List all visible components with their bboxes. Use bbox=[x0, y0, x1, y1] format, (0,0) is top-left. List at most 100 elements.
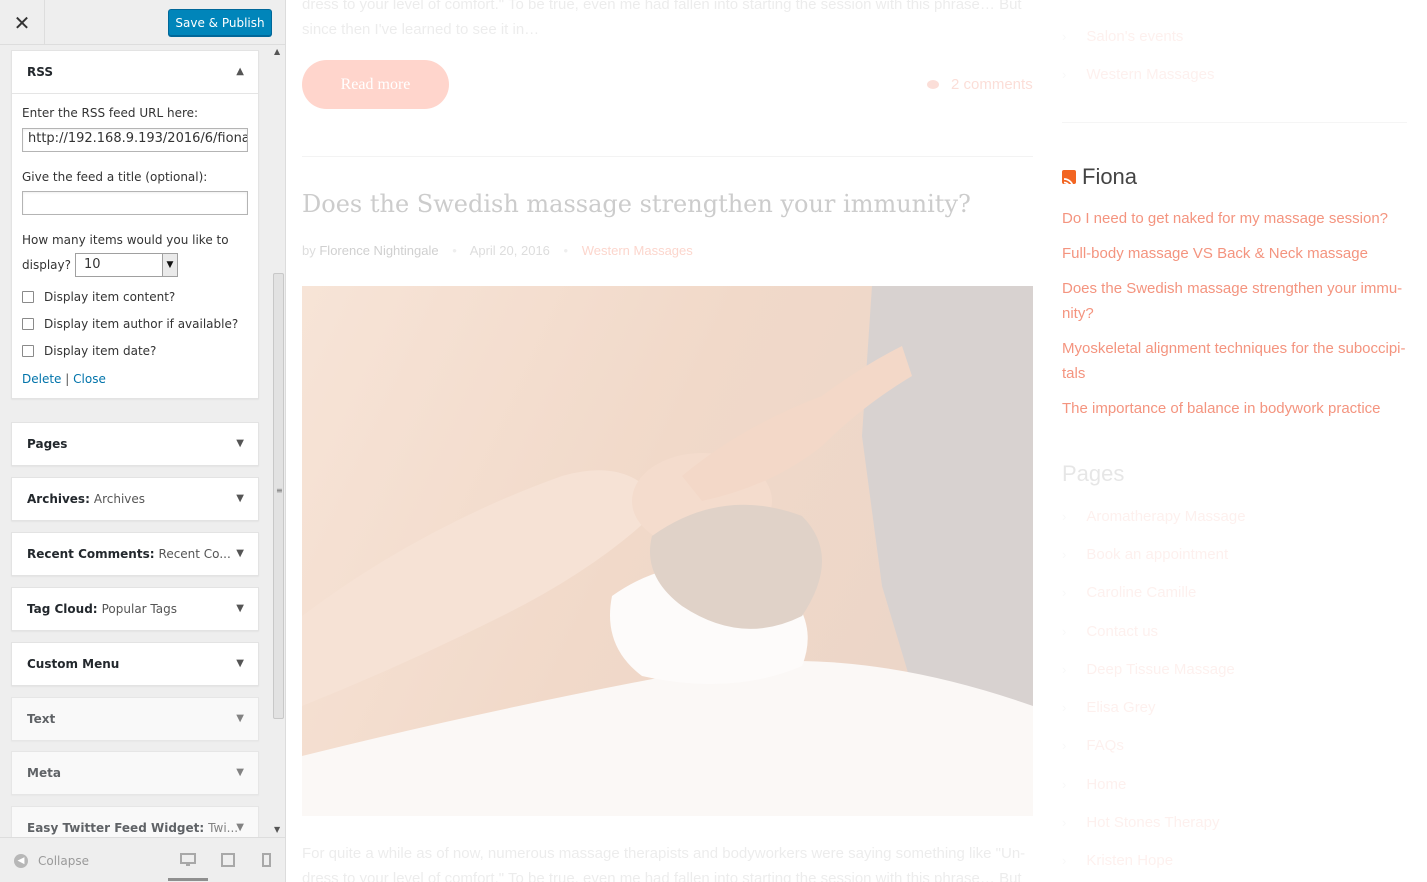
rss-item-link[interactable]: Myoskeletal alignment techniques for the… bbox=[1062, 336, 1407, 386]
widget-recent-comments-header[interactable]: Recent Comments: Recent Co... ▼ bbox=[12, 533, 258, 575]
widget-meta[interactable]: Meta ▼ bbox=[11, 751, 259, 795]
links-separator: | bbox=[65, 371, 70, 386]
post-featured-image[interactable] bbox=[302, 286, 1033, 816]
chevron-down-icon: ▼ bbox=[236, 713, 244, 724]
collapse-label: Collapse bbox=[38, 854, 89, 868]
widget-tag-cloud-header[interactable]: Tag Cloud: Popular Tags ▼ bbox=[12, 588, 258, 630]
page-label: Caroline Camille bbox=[1086, 584, 1197, 602]
excerpt-line: since then I've learned to see it in… bbox=[302, 21, 540, 38]
rss-item-link[interactable]: Do I need to get naked for my massage se… bbox=[1062, 206, 1407, 231]
desktop-preview-icon[interactable] bbox=[180, 852, 196, 871]
widget-tag-cloud[interactable]: Tag Cloud: Popular Tags ▼ bbox=[11, 587, 259, 631]
rss-item-link[interactable]: Full-body massage VS Back & Neck massage bbox=[1062, 241, 1407, 266]
page-label: Aromatherapy Massage bbox=[1086, 507, 1246, 525]
page-label: Kristen Hope bbox=[1086, 852, 1174, 870]
rss-item-link[interactable]: Does the Swedish massage strengthen your… bbox=[1062, 276, 1407, 326]
chevron-down-icon: ▼ bbox=[236, 548, 244, 559]
dropdown-arrow-icon[interactable]: ▼ bbox=[161, 253, 177, 276]
widget-recent-comments[interactable]: Recent Comments: Recent Co... ▼ bbox=[11, 532, 259, 576]
list-item[interactable]: › Book an appointment bbox=[1062, 535, 1407, 573]
post-author[interactable]: Florence Nightingale bbox=[319, 243, 438, 258]
widget-title: Meta bbox=[27, 766, 61, 780]
post-divider bbox=[302, 156, 1033, 157]
rss-feed-list: Do I need to get naked for my massage se… bbox=[1062, 206, 1407, 431]
display-author-checkbox[interactable] bbox=[22, 317, 34, 330]
chevron-right-icon: › bbox=[1062, 700, 1067, 716]
display-content-label: Display item content? bbox=[44, 289, 176, 304]
widget-pages[interactable]: Pages ▼ bbox=[11, 422, 259, 466]
delete-widget-link[interactable]: Delete bbox=[22, 372, 61, 386]
chevron-right-icon: › bbox=[1062, 815, 1067, 831]
widget-title: Pages bbox=[27, 437, 68, 451]
display-date-checkbox[interactable] bbox=[22, 344, 34, 357]
display-content-checkbox[interactable] bbox=[22, 290, 34, 303]
close-customizer-button[interactable]: ✕ bbox=[0, 0, 45, 45]
post-excerpt-bottom: For quite a while as of now, numerous ma… bbox=[302, 841, 1042, 882]
widget-custom-menu[interactable]: Custom Menu ▼ bbox=[11, 642, 259, 686]
list-item[interactable]: › Salon's events bbox=[1062, 17, 1407, 55]
widget-text[interactable]: Text ▼ bbox=[11, 697, 259, 741]
author-prefix: by bbox=[302, 243, 316, 258]
list-item[interactable]: › Home bbox=[1062, 765, 1407, 803]
rss-url-label: Enter the RSS feed URL here: bbox=[22, 106, 199, 120]
list-item[interactable]: › Deep Tissue Massage bbox=[1062, 650, 1407, 688]
widget-subtitle: Twi... bbox=[208, 821, 239, 835]
chevron-down-icon: ▼ bbox=[236, 438, 244, 449]
list-item[interactable]: › Caroline Camille bbox=[1062, 574, 1407, 612]
rss-item-link[interactable]: The importance of balance in bodywork pr… bbox=[1062, 396, 1407, 421]
widget-title: Archives: bbox=[27, 492, 90, 506]
widget-archives[interactable]: Archives: Archives ▼ bbox=[11, 477, 259, 521]
list-item[interactable]: › Contact us bbox=[1062, 612, 1407, 650]
pages-widget-title: Pages bbox=[1062, 461, 1125, 486]
collapse-button[interactable]: ◀ Collapse bbox=[14, 854, 89, 868]
rss-items-select[interactable]: 10 ▼ bbox=[74, 252, 178, 277]
page-label: FAQs bbox=[1086, 737, 1124, 755]
rss-widget: RSS ▲ Enter the RSS feed URL here: http:… bbox=[11, 50, 259, 399]
meta-separator: • bbox=[563, 243, 569, 258]
page-label: Hot Stones Therapy bbox=[1086, 814, 1220, 832]
comments-link[interactable]: 2 comments bbox=[927, 76, 1033, 93]
widget-custom-menu-header[interactable]: Custom Menu ▼ bbox=[12, 643, 258, 685]
scroll-down-icon[interactable]: ▼ bbox=[274, 825, 280, 834]
list-item[interactable]: › FAQs bbox=[1062, 727, 1407, 765]
widget-text-header[interactable]: Text ▼ bbox=[12, 698, 258, 740]
chevron-right-icon: › bbox=[1062, 661, 1067, 677]
widget-actions: Delete | Close bbox=[22, 372, 248, 386]
display-date-label: Display item date? bbox=[44, 343, 157, 358]
post-date[interactable]: April 20, 2016 bbox=[470, 243, 550, 258]
rss-feed-widget-title[interactable]: Fiona bbox=[1062, 164, 1137, 190]
rss-url-input[interactable]: http://192.168.9.193/2016/6/fiona/feed bbox=[22, 127, 248, 152]
list-item[interactable]: › Elisa Grey bbox=[1062, 688, 1407, 726]
display-author-label: Display item author if available? bbox=[44, 316, 239, 331]
scroll-up-icon[interactable]: ▲ bbox=[274, 47, 280, 56]
widget-pages-header[interactable]: Pages ▼ bbox=[12, 423, 258, 465]
list-item[interactable]: › Western Massages bbox=[1062, 55, 1407, 93]
pages-list: › Aromatherapy Massage › Book an appointme… bbox=[1062, 497, 1407, 880]
chevron-down-icon: ▼ bbox=[236, 603, 244, 614]
list-item[interactable]: › Hot Stones Therapy bbox=[1062, 803, 1407, 841]
read-more-button[interactable]: Read more bbox=[302, 60, 449, 109]
list-item[interactable]: › Kristen Hope bbox=[1062, 842, 1407, 880]
rss-title-input[interactable] bbox=[22, 191, 248, 216]
rss-items-label: How many items would you like to bbox=[22, 233, 229, 248]
scrollbar-thumb[interactable]: ≡ bbox=[273, 273, 284, 719]
post-category[interactable]: Western Massages bbox=[582, 243, 693, 258]
mobile-preview-icon[interactable] bbox=[262, 852, 271, 871]
widget-meta-header[interactable]: Meta ▼ bbox=[12, 752, 258, 794]
customizer-footer: ◀ Collapse bbox=[0, 837, 285, 882]
post-title[interactable]: Does the Swedish massage strengthen your… bbox=[302, 190, 971, 218]
tablet-preview-icon[interactable] bbox=[221, 852, 235, 871]
save-publish-button[interactable]: Save & Publish bbox=[168, 9, 272, 36]
comment-icon bbox=[927, 80, 939, 89]
chevron-down-icon: ▼ bbox=[236, 658, 244, 669]
list-item[interactable]: › Aromatherapy Massage bbox=[1062, 497, 1407, 535]
sidebar-scrollbar[interactable]: ▲ ≡ ▼ bbox=[270, 45, 285, 837]
close-widget-link[interactable]: Close bbox=[73, 372, 106, 386]
widget-subtitle: Recent Co... bbox=[158, 547, 231, 561]
collapse-arrow-icon: ◀ bbox=[14, 854, 28, 868]
rss-widget-header[interactable]: RSS ▲ bbox=[12, 51, 258, 93]
rss-items-value: 10 bbox=[83, 256, 101, 272]
widget-subtitle: Archives bbox=[93, 492, 146, 506]
widget-title: Custom Menu bbox=[27, 657, 120, 671]
widget-archives-header[interactable]: Archives: Archives ▼ bbox=[12, 478, 258, 520]
